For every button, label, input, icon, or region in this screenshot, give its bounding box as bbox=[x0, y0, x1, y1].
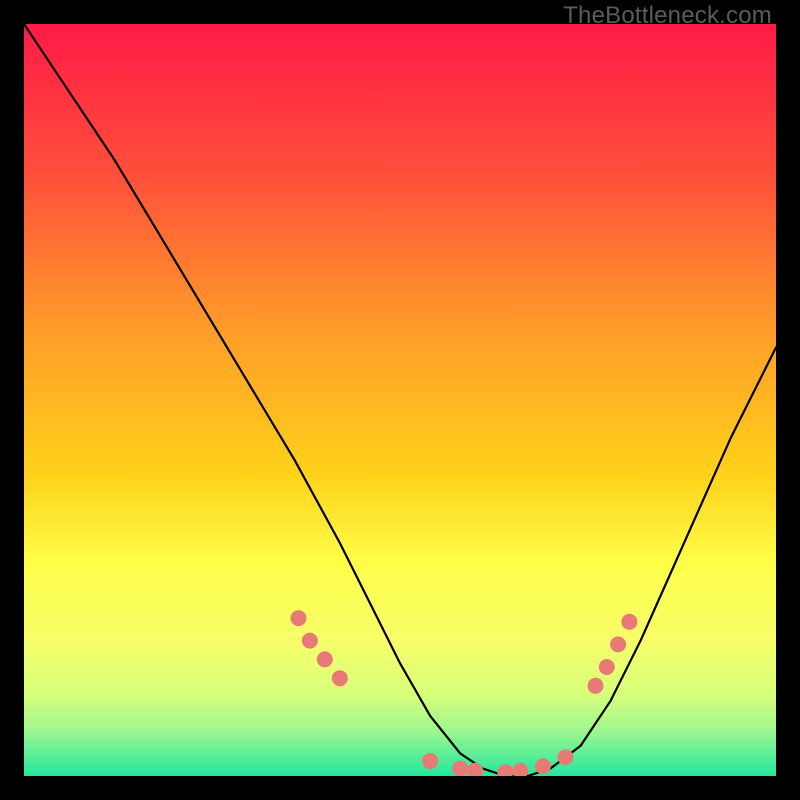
data-point bbox=[302, 633, 318, 649]
data-point bbox=[317, 651, 333, 667]
data-point bbox=[422, 753, 438, 769]
chart-frame: TheBottleneck.com bbox=[0, 0, 800, 800]
watermark-text: TheBottleneck.com bbox=[563, 2, 772, 30]
data-point bbox=[610, 636, 626, 652]
data-point bbox=[291, 610, 307, 626]
data-point bbox=[621, 614, 637, 630]
data-point bbox=[535, 758, 551, 774]
data-point bbox=[452, 761, 468, 777]
data-point bbox=[588, 678, 604, 694]
plot-svg bbox=[24, 24, 776, 776]
data-point bbox=[557, 749, 573, 765]
data-point bbox=[332, 670, 348, 686]
data-point bbox=[599, 659, 615, 675]
plot-area bbox=[24, 24, 776, 776]
